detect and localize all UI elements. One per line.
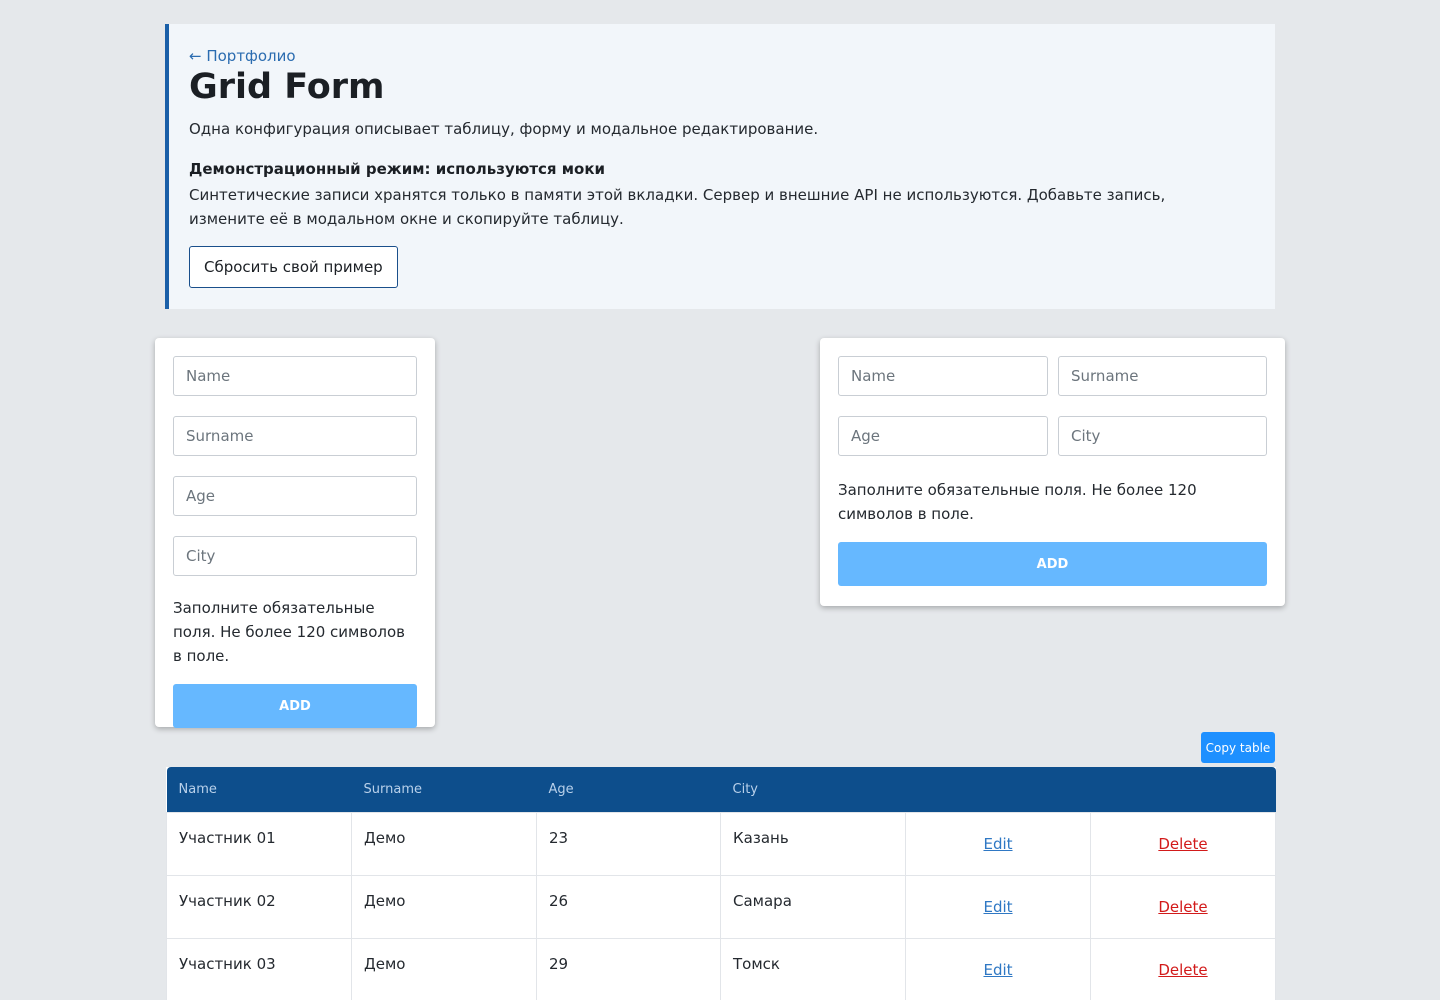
- demo-mode-description: Синтетические записи хранятся только в п…: [189, 186, 1166, 228]
- column-header-surname: Surname: [351, 767, 537, 812]
- edit-link[interactable]: Edit: [983, 961, 1012, 979]
- cell-surname: Демо: [351, 937, 537, 1000]
- column-header-edit: [905, 767, 1091, 812]
- column-header-name: Name: [166, 767, 352, 812]
- records-table: Name Surname Age City Участник 01 Демо 2…: [166, 767, 1276, 1000]
- cell-delete: Delete: [1090, 937, 1276, 1000]
- age-input[interactable]: [838, 416, 1048, 456]
- cell-name: Участник 03: [166, 937, 352, 1000]
- name-input[interactable]: [838, 356, 1048, 396]
- form-hint: Заполните обязательные поля. Не более 12…: [838, 481, 1197, 523]
- surname-input[interactable]: [173, 416, 417, 456]
- name-input[interactable]: [173, 356, 417, 396]
- cell-city: Томск: [720, 937, 906, 1000]
- demo-mode-title: Демонстрационный режим: используются мок…: [189, 160, 606, 178]
- edit-link[interactable]: Edit: [983, 898, 1012, 916]
- delete-link[interactable]: Delete: [1158, 961, 1207, 979]
- cell-delete: Delete: [1090, 874, 1276, 939]
- add-button[interactable]: ADD: [838, 542, 1267, 586]
- age-input[interactable]: [173, 476, 417, 516]
- cell-age: 23: [536, 811, 721, 876]
- edit-link[interactable]: Edit: [983, 835, 1012, 853]
- city-input[interactable]: [173, 536, 417, 576]
- info-panel: ← Портфолио Grid Form Одна конфигурация …: [165, 24, 1275, 309]
- cell-surname: Демо: [351, 811, 537, 876]
- cell-name: Участник 02: [166, 874, 352, 939]
- column-header-city: City: [720, 767, 906, 812]
- vertical-form-card: Заполните обязательные поля. Не более 12…: [155, 338, 435, 728]
- table-header-row: Name Surname Age City: [166, 767, 1276, 812]
- delete-link[interactable]: Delete: [1158, 835, 1207, 853]
- cell-edit: Edit: [905, 811, 1091, 876]
- column-header-delete: [1090, 767, 1276, 812]
- city-input[interactable]: [1058, 416, 1267, 456]
- cell-edit: Edit: [905, 874, 1091, 939]
- page-title: Grid Form: [189, 67, 385, 107]
- table-row: Участник 03 Демо 29 Томск Edit Delete: [166, 937, 1276, 1000]
- cell-city: Казань: [720, 811, 906, 876]
- grid-form-fields: [838, 356, 1267, 456]
- cell-city: Самара: [720, 874, 906, 939]
- cell-name: Участник 01: [166, 811, 352, 876]
- table-row: Участник 02 Демо 26 Самара Edit Delete: [166, 874, 1276, 939]
- cell-age: 29: [536, 937, 721, 1000]
- add-button[interactable]: ADD: [173, 684, 417, 728]
- surname-input[interactable]: [1058, 356, 1267, 396]
- back-to-portfolio-link[interactable]: ← Портфолио: [189, 46, 1255, 66]
- column-header-age: Age: [536, 767, 721, 812]
- page-description: Одна конфигурация описывает таблицу, фор…: [189, 120, 819, 138]
- page: ← Портфолио Grid Form Одна конфигурация …: [0, 0, 1440, 1000]
- table-row: Участник 01 Демо 23 Казань Edit Delete: [166, 811, 1276, 876]
- form-hint: Заполните обязательные поля. Не более 12…: [173, 599, 405, 665]
- grid-form-card: Заполните обязательные поля. Не более 12…: [820, 338, 1285, 606]
- cell-delete: Delete: [1090, 811, 1276, 876]
- delete-link[interactable]: Delete: [1158, 898, 1207, 916]
- cell-age: 26: [536, 874, 721, 939]
- cell-edit: Edit: [905, 937, 1091, 1000]
- reset-example-button[interactable]: Сбросить свой пример: [189, 246, 398, 288]
- copy-table-button[interactable]: Copy table: [1201, 732, 1275, 763]
- cell-surname: Демо: [351, 874, 537, 939]
